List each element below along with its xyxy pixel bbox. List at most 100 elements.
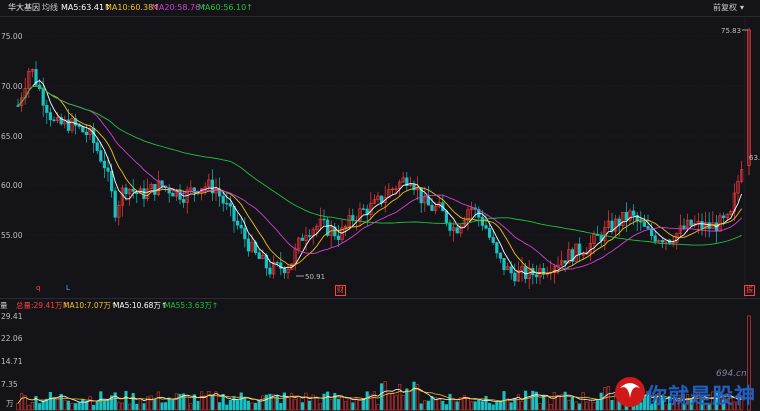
volume-bar	[498, 401, 502, 411]
volume-ma10: MA10:7.07万↑	[63, 301, 118, 310]
vol-tick-2: 22.06	[1, 334, 23, 343]
volume-bar	[347, 398, 351, 411]
volume-bar	[207, 391, 211, 411]
candle-body	[487, 228, 492, 238]
volume-bar	[41, 400, 45, 411]
event-marker-l[interactable]: L	[66, 284, 70, 292]
volume-bar	[340, 395, 344, 411]
candle-body	[131, 188, 135, 192]
volume-bar	[426, 400, 430, 411]
volume-bar	[203, 395, 207, 411]
candle-body	[495, 242, 499, 254]
volume-bar	[92, 404, 96, 411]
volume-bar	[156, 391, 160, 411]
volume-bar	[214, 391, 218, 411]
event-marker-cai[interactable]: 财	[335, 285, 346, 296]
volume-bar	[531, 390, 535, 411]
candle-body	[106, 167, 110, 172]
event-marker-zhen[interactable]: 振	[744, 285, 755, 296]
candle-body	[523, 266, 528, 279]
volume-bar	[470, 401, 474, 411]
volume-bar	[556, 395, 560, 411]
volume-bar	[279, 403, 283, 411]
volume-bar	[362, 398, 366, 411]
volume-bar	[74, 403, 78, 411]
volume-bar	[131, 393, 135, 411]
candle-body	[236, 220, 240, 226]
candle-body	[700, 220, 704, 229]
volume-bar	[52, 396, 56, 411]
volume-bar	[174, 393, 178, 411]
candle-body	[221, 195, 225, 204]
volume-bar	[527, 398, 531, 411]
candles	[16, 27, 751, 290]
candle-body	[52, 119, 56, 121]
candle-body	[639, 220, 643, 223]
volume-bar	[488, 402, 492, 411]
volume-bar	[538, 403, 542, 411]
volume-bar	[419, 403, 423, 411]
candle-body	[660, 240, 664, 243]
watermark-site: 694.cn	[716, 369, 747, 379]
volume-bar	[142, 403, 146, 411]
price-tick-60: 60.00	[1, 181, 23, 190]
volume-bar	[491, 404, 495, 411]
volume-bar	[376, 404, 380, 411]
volume-bar	[408, 391, 412, 411]
volume-bar	[394, 395, 398, 411]
volume-bar	[218, 402, 222, 411]
candle-body	[577, 243, 582, 255]
volume-bar	[160, 402, 164, 411]
volume-bar	[124, 390, 128, 411]
candle-body	[192, 187, 197, 192]
volume-bar	[27, 404, 31, 411]
candle-body	[300, 237, 305, 241]
event-marker-q[interactable]: q	[36, 284, 40, 292]
candle-body	[307, 235, 312, 237]
candle-body	[653, 235, 657, 242]
volume-bar	[149, 395, 153, 411]
volume-bar	[88, 396, 92, 411]
volume-bar	[30, 402, 34, 411]
candle-body	[721, 215, 726, 219]
volume-bar	[164, 402, 168, 411]
volume-total: 总量:29.41万↑	[16, 301, 69, 310]
volume-bar	[549, 404, 553, 411]
ma20-line	[17, 85, 742, 270]
candle-body	[113, 190, 117, 218]
volume-bar	[102, 399, 106, 411]
volume-bar	[592, 402, 596, 411]
vol-tick-4: 7.35	[1, 380, 18, 389]
volume-bar	[120, 402, 124, 411]
candle-body	[430, 204, 434, 211]
candle-body	[610, 220, 614, 232]
candle-body	[124, 187, 128, 195]
volume-bar	[257, 400, 261, 411]
candle-body	[110, 171, 114, 192]
volume-bar	[225, 404, 229, 411]
volume-bar	[520, 401, 524, 411]
volume-bar	[304, 392, 308, 411]
volume-bar	[588, 399, 592, 411]
volume-bar	[545, 395, 549, 411]
volume-bar	[243, 396, 247, 411]
volume-bar	[574, 401, 578, 411]
volume-bar	[390, 393, 394, 411]
volume-bar	[48, 391, 52, 411]
candlestick-chart[interactable]: 75.00 70.00 65.00 60.00 55.00 29.41 22.0…	[0, 0, 760, 411]
candle-body	[480, 217, 485, 226]
candle-body	[92, 127, 96, 144]
candle-body	[534, 274, 538, 278]
volume-bar	[171, 398, 175, 411]
volume-bar	[128, 403, 132, 411]
candle-body	[484, 225, 488, 229]
candle-body	[84, 131, 88, 136]
volume-bar	[232, 396, 236, 411]
candle-body	[182, 199, 186, 203]
volume-bar	[570, 397, 574, 411]
volume-bar	[286, 397, 290, 411]
candle-body	[268, 267, 272, 275]
volume-bar	[560, 394, 564, 411]
candle-body	[502, 258, 506, 271]
candle-body	[45, 105, 49, 113]
